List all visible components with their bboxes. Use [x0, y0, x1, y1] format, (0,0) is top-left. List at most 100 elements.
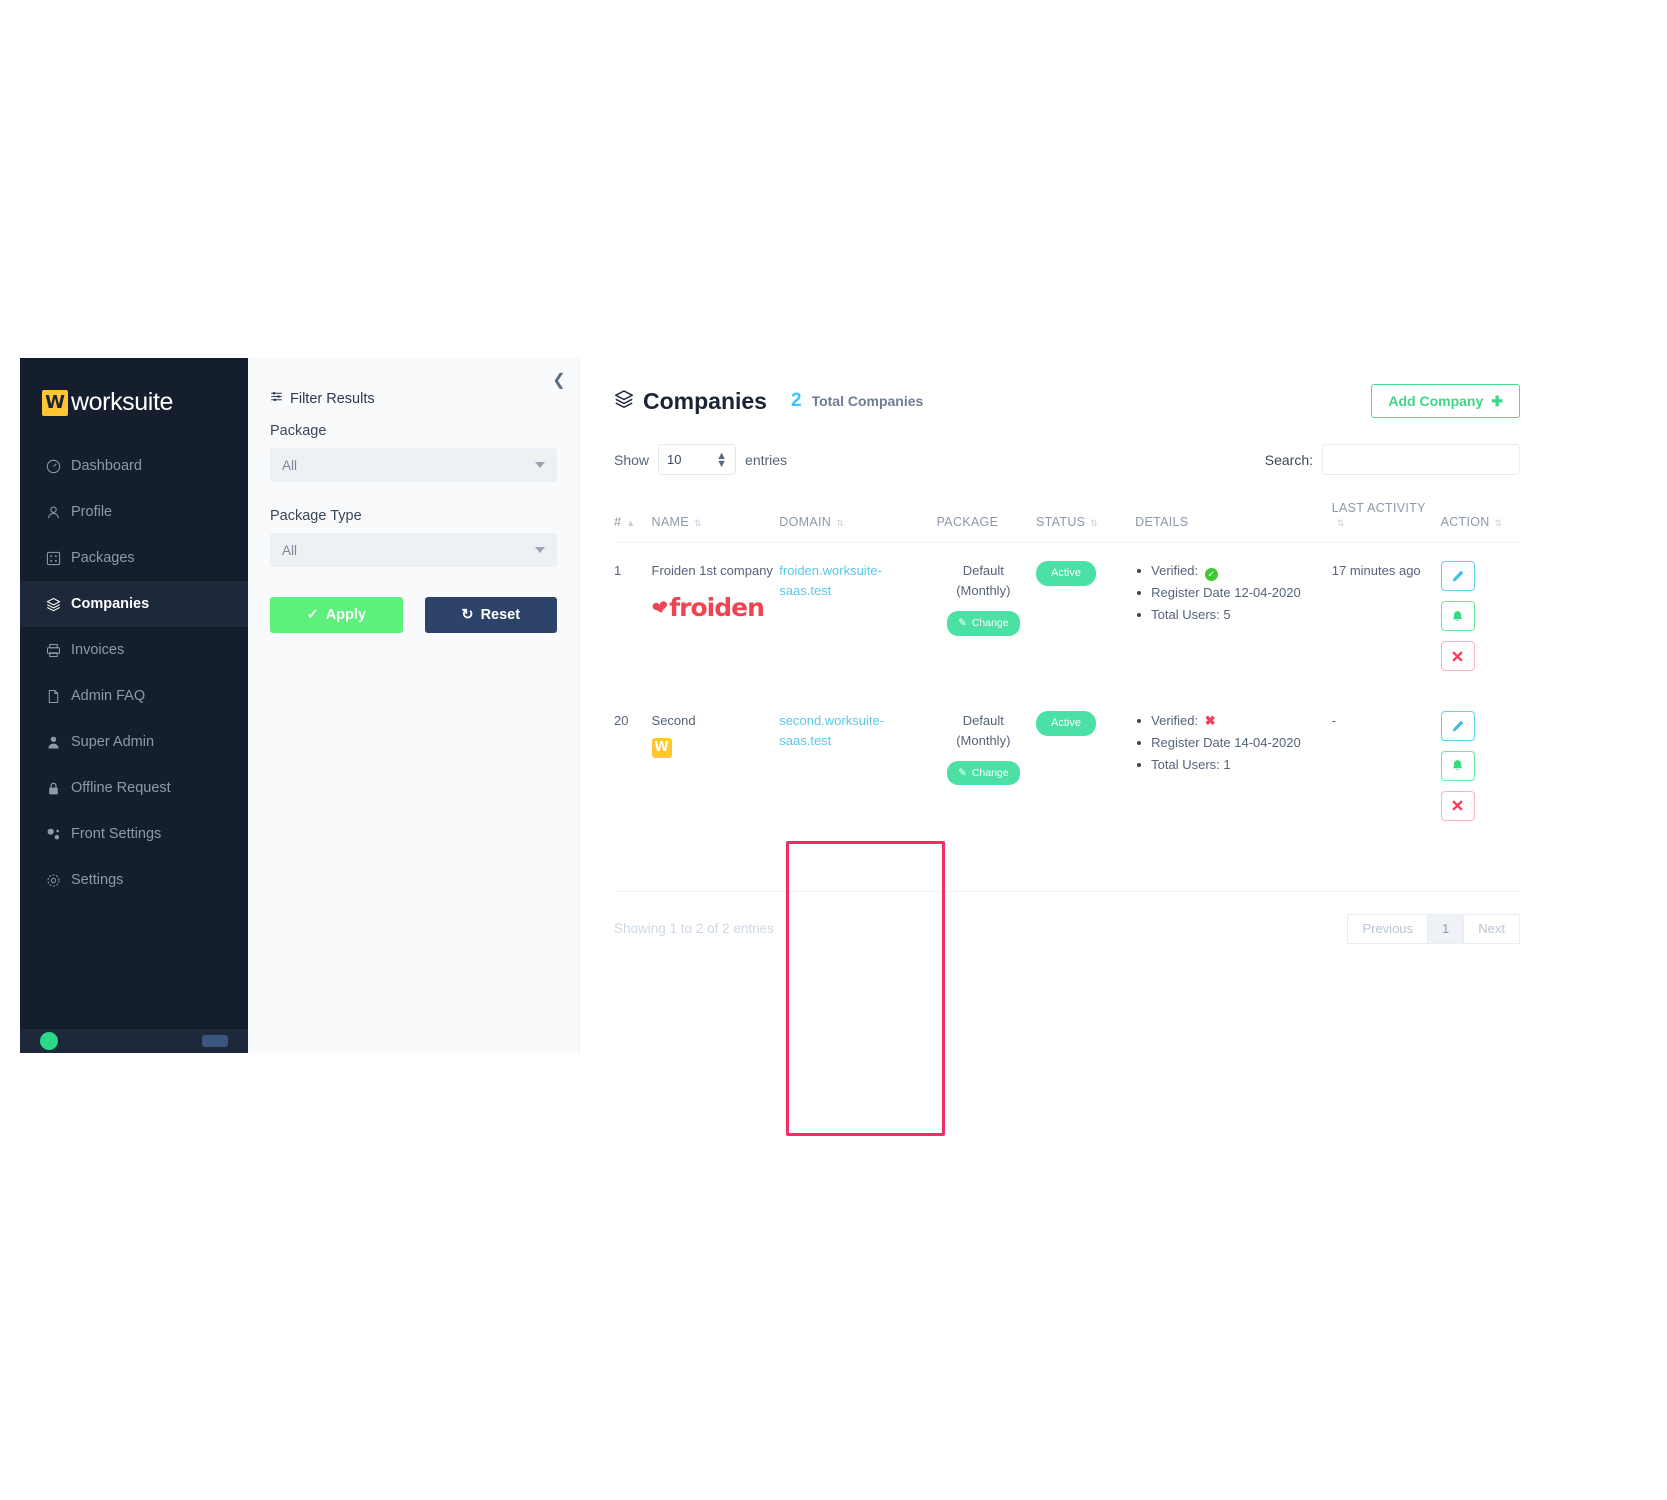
column-header-name[interactable]: NAME ⇅: [651, 501, 780, 543]
column-header-package[interactable]: PACKAGE: [936, 501, 1037, 543]
sidebar-item-front-settings[interactable]: Front Settings: [20, 811, 248, 857]
column-label: DETAILS: [1135, 515, 1189, 529]
detail-total-users: Total Users: 1: [1135, 755, 1326, 775]
column-label: ACTION: [1440, 515, 1490, 529]
status-dot-icon: [40, 1032, 58, 1050]
change-label: Change: [971, 617, 1009, 630]
cell-domain: second.worksuite-saas.test: [779, 693, 936, 839]
details-list: Verified: ✖ Register Date 14-04-2020 Tot…: [1135, 711, 1326, 775]
delete-company-button[interactable]: [1440, 790, 1475, 821]
sidebar-item-offline-request[interactable]: Offline Request: [20, 765, 248, 811]
speedometer-icon: [45, 458, 61, 474]
column-header-num[interactable]: # ▲: [614, 501, 652, 543]
column-header-details[interactable]: DETAILS: [1135, 501, 1332, 543]
entries-label: entries: [745, 451, 788, 468]
filter-results-title: Filter Results: [270, 390, 557, 407]
column-label: LAST ACTIVITY: [1331, 501, 1426, 515]
column-label: #: [614, 515, 622, 529]
sidebar-item-label: Super Admin: [71, 734, 155, 750]
page-title: Companies: [614, 388, 767, 415]
filter-results-label: Filter Results: [290, 390, 375, 407]
detail-verified: Verified: ✓: [1135, 561, 1326, 581]
pagination-previous[interactable]: Previous: [1347, 913, 1429, 944]
sliders-icon: [45, 826, 61, 842]
sidebar-item-profile[interactable]: Profile: [20, 489, 248, 535]
apply-button[interactable]: ✓ Apply: [270, 597, 403, 633]
notify-company-button[interactable]: [1440, 750, 1475, 781]
cell-status: Active: [1036, 543, 1135, 693]
edit-company-button[interactable]: [1440, 710, 1475, 741]
table-controls: Show 10 ▲ ▼ entries Search:: [614, 444, 1520, 475]
change-package-button[interactable]: ✎ Change: [947, 760, 1020, 786]
column-header-domain[interactable]: DOMAIN ⇅: [779, 501, 937, 543]
search-input[interactable]: [1322, 444, 1520, 475]
delete-company-button[interactable]: [1440, 641, 1475, 671]
sort-icon: ⇅: [1336, 518, 1345, 528]
pagination-page-1[interactable]: 1: [1427, 913, 1465, 944]
pagination-next[interactable]: Next: [1463, 913, 1520, 944]
cell-num: 1: [614, 563, 622, 578]
add-company-button[interactable]: Add Company ✚: [1371, 384, 1520, 418]
reset-button[interactable]: ↻ Reset: [424, 597, 557, 633]
package-select[interactable]: All: [270, 448, 557, 482]
sidebar-item-companies[interactable]: Companies: [20, 581, 248, 627]
chevron-down-icon: [535, 462, 545, 468]
spinner-arrows-icon: ▲ ▼: [716, 449, 728, 470]
layers-icon: [614, 388, 634, 415]
change-package-button[interactable]: ✎ Change: [947, 611, 1020, 636]
chevron-left-icon[interactable]: ❮: [549, 370, 569, 390]
entries-per-page-select[interactable]: 10 ▲ ▼: [658, 444, 737, 475]
cell-status: Active: [1036, 693, 1135, 839]
column-label: STATUS: [1036, 515, 1086, 529]
sidebar-item-super-admin[interactable]: Super Admin: [20, 719, 248, 765]
page-title-text: Companies: [643, 387, 767, 414]
user-icon: [45, 504, 61, 520]
brand-logo[interactable]: W worksuite: [20, 358, 248, 417]
table-footer: Showing 1 to 2 of 2 entries Previous 1 N…: [614, 890, 1520, 944]
main-content: Companies 2 Total Companies Add Company …: [580, 358, 1550, 1053]
package-type-label: Package Type: [270, 508, 362, 524]
sidebar-item-admin-faq[interactable]: Admin FAQ: [20, 673, 248, 719]
entries-value: 10: [667, 452, 682, 467]
sidebar-item-label: Dashboard: [71, 458, 142, 474]
filter-icon: [270, 390, 283, 407]
domain-link[interactable]: second.worksuite-saas.test: [779, 713, 884, 748]
edit-company-button[interactable]: [1440, 561, 1475, 591]
search-control: Search:: [1265, 444, 1520, 475]
brand-name: worksuite: [71, 388, 173, 416]
sidebar-nav: Dashboard Profile Packages Companies Inv…: [20, 443, 248, 903]
column-header-action[interactable]: ACTION ⇅: [1440, 501, 1520, 543]
filter-action-buttons: ✓ Apply ↻ Reset: [270, 597, 557, 633]
cell-action: [1440, 693, 1520, 839]
footer-badge[interactable]: [202, 1035, 228, 1047]
edit-icon: ✎: [958, 766, 967, 779]
sort-icon: ▲: [626, 518, 636, 528]
package-type-select[interactable]: All: [270, 533, 557, 567]
show-entries-control: Show 10 ▲ ▼ entries: [614, 444, 787, 475]
column-header-status[interactable]: STATUS ⇅: [1036, 501, 1136, 543]
table-header-row: # ▲ NAME ⇅ DOMAIN ⇅ PACKAGE STATUS ⇅ DETAILS…: [614, 501, 1520, 543]
sidebar-item-dashboard[interactable]: Dashboard: [20, 443, 248, 489]
notify-company-button[interactable]: [1440, 601, 1475, 631]
sidebar-item-label: Offline Request: [71, 780, 171, 796]
domain-link[interactable]: froiden.worksuite-saas.test: [779, 563, 882, 598]
sidebar: W worksuite Dashboard Profile Packages C…: [20, 358, 248, 1053]
show-label: Show: [614, 451, 650, 468]
froiden-bird-icon: ❤: [649, 594, 670, 622]
total-companies-count: 2: [790, 390, 802, 411]
details-list: Verified: ✓ Register Date 12-04-2020 Tot…: [1135, 561, 1326, 625]
status-badge: Active: [1036, 561, 1096, 587]
page-header: Companies 2 Total Companies Add Company …: [614, 384, 1520, 418]
column-header-last-activity[interactable]: LAST ACTIVITY ⇅: [1331, 501, 1441, 543]
plus-icon: ✚: [1491, 392, 1503, 409]
cell-name: Froiden 1st company ❤ froiden: [649, 543, 780, 693]
app-window: W worksuite Dashboard Profile Packages C…: [20, 358, 1550, 1136]
sidebar-item-settings[interactable]: Settings: [20, 857, 248, 903]
person-filled-icon: [45, 734, 61, 750]
cell-domain: froiden.worksuite-saas.test: [779, 543, 936, 693]
lock-icon: [45, 780, 61, 796]
sidebar-item-invoices[interactable]: Invoices: [20, 627, 248, 673]
total-companies-label: Total Companies: [811, 393, 924, 409]
sidebar-item-packages[interactable]: Packages: [20, 535, 248, 581]
sort-icon: ⇅: [1090, 518, 1099, 528]
